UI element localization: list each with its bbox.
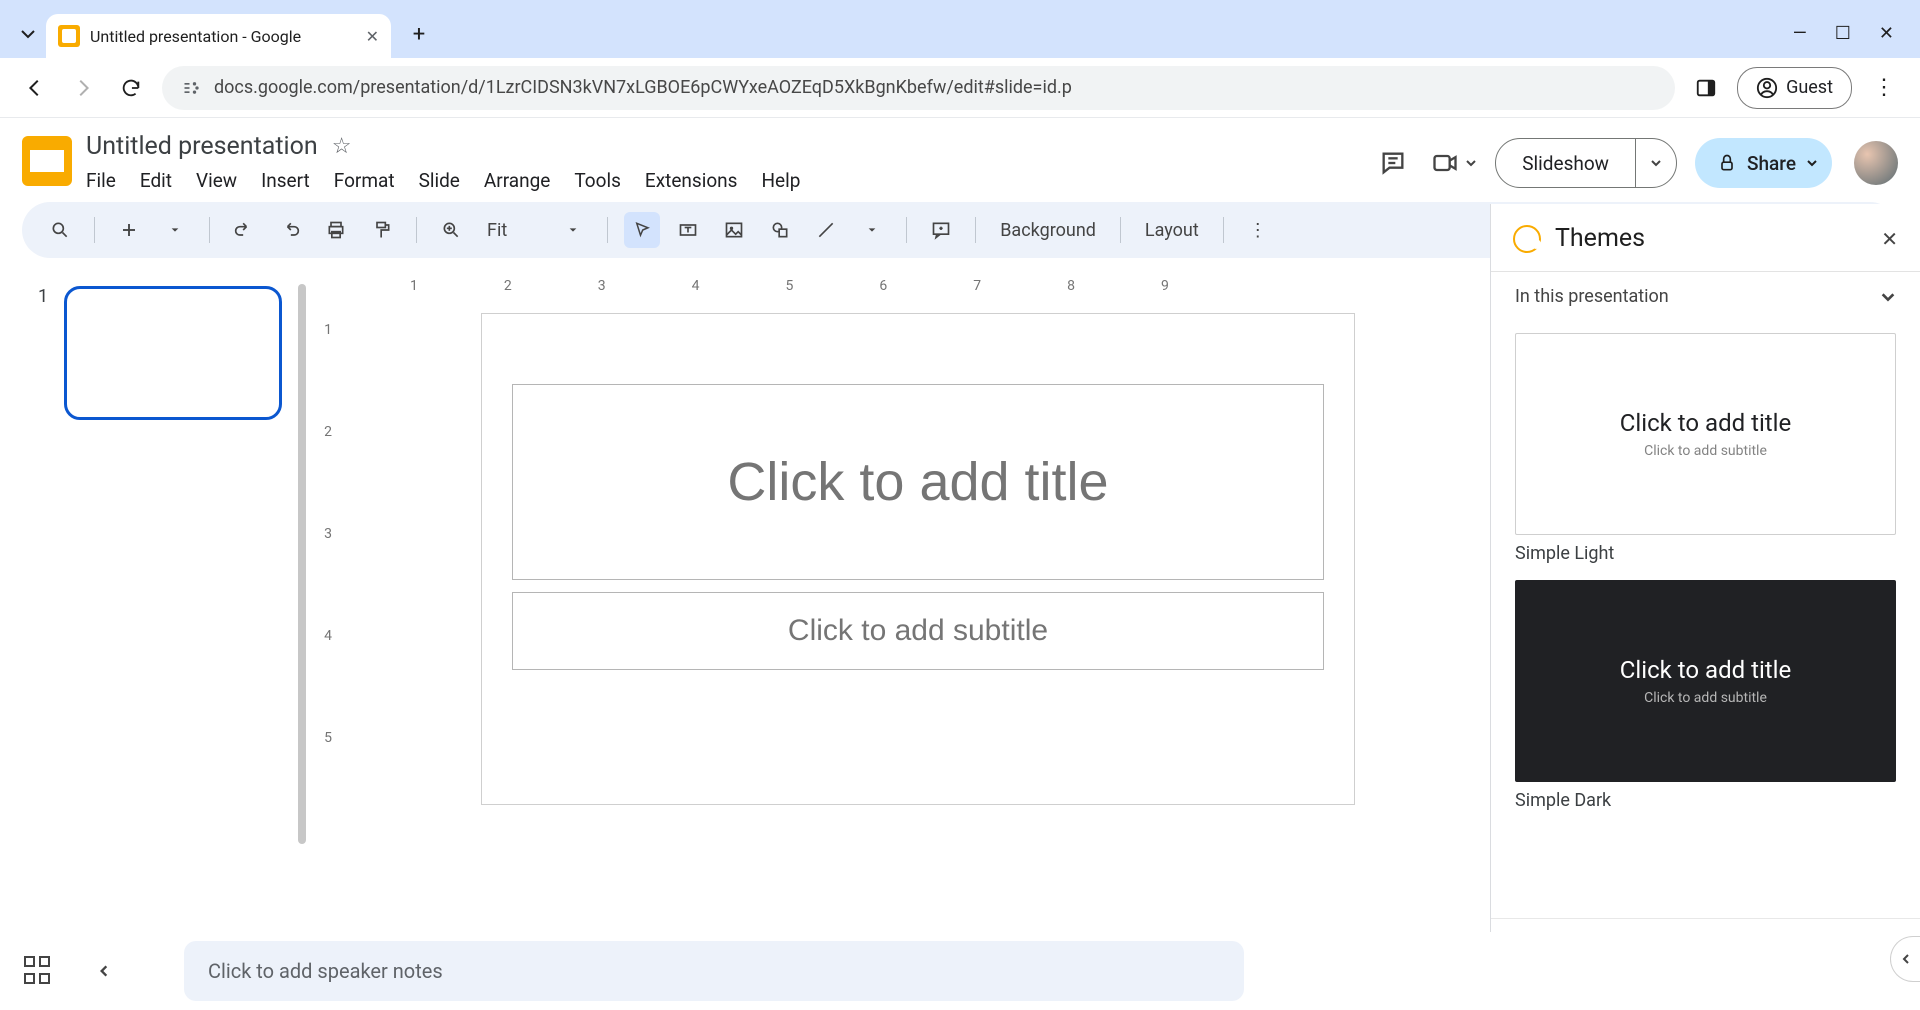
- theme-list: Click to add title Click to add subtitle…: [1491, 321, 1920, 918]
- slide-thumbnail-1[interactable]: [64, 286, 282, 420]
- forward-button[interactable]: [66, 71, 100, 105]
- menu-help[interactable]: Help: [761, 169, 800, 192]
- menu-view[interactable]: View: [196, 169, 237, 192]
- share-label: Share: [1747, 152, 1796, 175]
- avatar[interactable]: [1854, 141, 1898, 185]
- reload-button[interactable]: [114, 71, 148, 105]
- theme-name: Simple Dark: [1515, 790, 1896, 811]
- site-settings-icon: [182, 78, 202, 98]
- theme-preview: Click to add title Click to add subtitle: [1515, 333, 1896, 535]
- slideshow-button[interactable]: Slideshow: [1495, 138, 1677, 188]
- zoom-icon[interactable]: [433, 212, 469, 248]
- theme-item-simple-light[interactable]: Click to add title Click to add subtitle…: [1515, 333, 1896, 564]
- ruler-vertical: 1 2 3 4 5: [310, 294, 346, 1006]
- ruler-horizontal: 1 2 3 4 5 6 7 8 9: [310, 264, 1470, 294]
- menu-extensions[interactable]: Extensions: [645, 169, 738, 192]
- themes-section-toggle[interactable]: In this presentation: [1491, 272, 1920, 321]
- menu-insert[interactable]: Insert: [261, 169, 310, 192]
- undo-icon[interactable]: [226, 212, 262, 248]
- slides-logo-icon[interactable]: [22, 136, 72, 186]
- chevron-down-icon: [1465, 157, 1477, 169]
- thumbnail-column: 1: [0, 264, 310, 1006]
- redo-icon[interactable]: [272, 212, 308, 248]
- guest-label: Guest: [1786, 77, 1833, 98]
- share-button[interactable]: Share: [1695, 138, 1832, 188]
- browser-menu-icon[interactable]: ⋮: [1866, 75, 1902, 100]
- browser-tab[interactable]: Untitled presentation - Google ✕: [46, 14, 391, 58]
- chevron-down-icon: [1880, 289, 1896, 305]
- themes-panel: Themes ✕ In this presentation Click to a…: [1490, 204, 1920, 1006]
- tab-search-dropdown[interactable]: [10, 16, 46, 52]
- slide-canvas[interactable]: Click to add title Click to add subtitle: [482, 314, 1354, 804]
- app-header: Untitled presentation ☆ File Edit View I…: [0, 118, 1920, 198]
- slideshow-dropdown[interactable]: [1635, 139, 1676, 187]
- comments-icon[interactable]: [1373, 143, 1413, 183]
- tab-title: Untitled presentation - Google: [90, 27, 356, 46]
- tab-close-icon[interactable]: ✕: [366, 27, 379, 46]
- comment-icon[interactable]: [923, 212, 959, 248]
- image-icon[interactable]: [716, 212, 752, 248]
- menu-slide[interactable]: Slide: [419, 169, 460, 192]
- thumbnail-scrollbar[interactable]: [298, 284, 306, 844]
- workspace: 1 1 2 3 4 5 6 7 8 9 1 2 3 4 5: [0, 264, 1920, 1006]
- window-controls: — ☐ ✕: [1793, 23, 1920, 58]
- star-icon[interactable]: ☆: [332, 134, 352, 159]
- guest-icon: [1756, 77, 1778, 99]
- thumbnail-number: 1: [38, 286, 48, 420]
- layout-button[interactable]: Layout: [1137, 220, 1207, 241]
- themes-section-label: In this presentation: [1515, 286, 1669, 307]
- zoom-level[interactable]: Fit: [479, 220, 515, 241]
- themes-palette-icon: [1513, 225, 1541, 253]
- menu-format[interactable]: Format: [334, 169, 395, 192]
- url-text: docs.google.com/presentation/d/1LzrCIDSN…: [214, 77, 1072, 98]
- speaker-notes-input[interactable]: Click to add speaker notes: [184, 941, 1244, 1001]
- subtitle-placeholder[interactable]: Click to add subtitle: [512, 592, 1324, 670]
- new-slide-icon[interactable]: [111, 212, 147, 248]
- select-tool-icon[interactable]: [624, 212, 660, 248]
- grid-view-icon[interactable]: [24, 956, 54, 986]
- menu-tools[interactable]: Tools: [574, 169, 621, 192]
- chevron-down-icon: [1806, 157, 1818, 169]
- more-options-icon[interactable]: ⋮: [1240, 212, 1276, 248]
- theme-item-simple-dark[interactable]: Click to add title Click to add subtitle…: [1515, 580, 1896, 811]
- video-icon: [1431, 149, 1459, 177]
- lock-icon: [1717, 153, 1737, 173]
- menu-file[interactable]: File: [86, 169, 116, 192]
- back-button[interactable]: [18, 71, 52, 105]
- line-icon[interactable]: [808, 212, 844, 248]
- line-dropdown[interactable]: [854, 212, 890, 248]
- menu-bar: File Edit View Insert Format Slide Arran…: [86, 169, 1359, 192]
- canvas-area: 1 2 3 4 5 6 7 8 9 1 2 3 4 5 Click to add…: [310, 264, 1490, 1006]
- menu-edit[interactable]: Edit: [140, 169, 172, 192]
- background-button[interactable]: Background: [992, 220, 1104, 241]
- theme-preview: Click to add title Click to add subtitle: [1515, 580, 1896, 782]
- textbox-icon[interactable]: [670, 212, 706, 248]
- new-slide-dropdown[interactable]: [157, 212, 193, 248]
- title-placeholder[interactable]: Click to add title: [512, 384, 1324, 580]
- menu-arrange[interactable]: Arrange: [484, 169, 550, 192]
- video-call-button[interactable]: [1431, 149, 1477, 177]
- new-tab-button[interactable]: +: [401, 16, 437, 52]
- address-bar: docs.google.com/presentation/d/1LzrCIDSN…: [0, 58, 1920, 118]
- paint-format-icon[interactable]: [364, 212, 400, 248]
- close-panel-icon[interactable]: ✕: [1881, 227, 1898, 251]
- bottom-bar: Click to add speaker notes: [0, 932, 1920, 1010]
- print-icon[interactable]: [318, 212, 354, 248]
- close-window-icon[interactable]: ✕: [1879, 23, 1894, 44]
- zoom-dropdown[interactable]: [555, 212, 591, 248]
- themes-title: Themes: [1555, 224, 1867, 253]
- maximize-icon[interactable]: ☐: [1835, 23, 1851, 44]
- profile-chip[interactable]: Guest: [1737, 67, 1852, 109]
- slides-favicon-icon: [58, 25, 80, 47]
- url-input[interactable]: docs.google.com/presentation/d/1LzrCIDSN…: [162, 66, 1675, 110]
- minimize-icon[interactable]: —: [1793, 23, 1807, 44]
- document-title[interactable]: Untitled presentation: [86, 132, 318, 161]
- search-menus-icon[interactable]: [42, 212, 78, 248]
- browser-tab-strip: Untitled presentation - Google ✕ + — ☐ ✕: [0, 0, 1920, 58]
- shape-icon[interactable]: [762, 212, 798, 248]
- filmstrip-toggle-icon[interactable]: [84, 964, 124, 978]
- slideshow-label: Slideshow: [1496, 152, 1635, 175]
- side-panel-icon[interactable]: [1689, 71, 1723, 105]
- theme-name: Simple Light: [1515, 543, 1896, 564]
